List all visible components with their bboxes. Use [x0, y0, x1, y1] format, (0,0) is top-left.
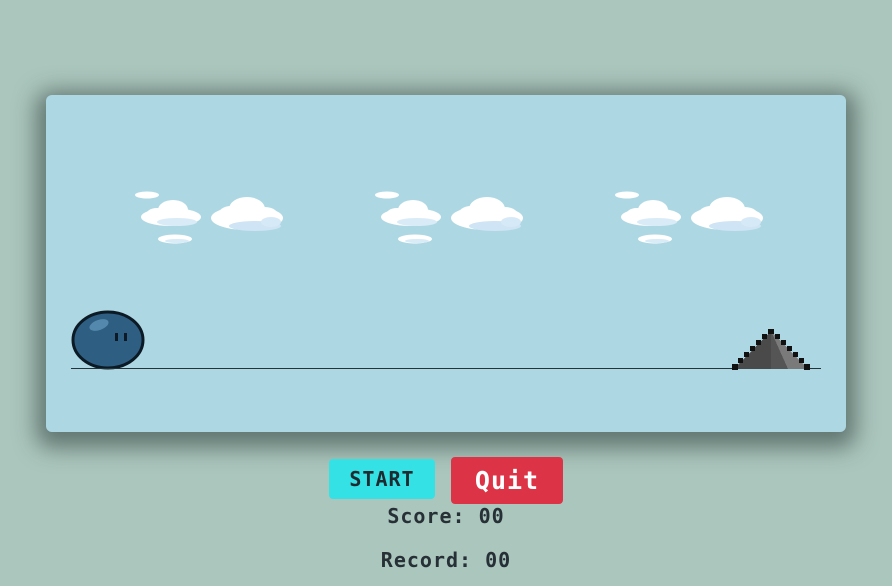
player-character [71, 310, 145, 370]
cloud-group-center [375, 191, 523, 244]
ground-line [71, 368, 821, 369]
start-button[interactable]: START [329, 459, 435, 499]
game-canvas[interactable] [46, 95, 846, 432]
quit-button[interactable]: Quit [451, 457, 563, 504]
game-controls: START Quit [0, 457, 892, 504]
cloud-group-left [135, 191, 283, 244]
spike-obstacle [732, 329, 810, 370]
score-display: Score: 00 [387, 504, 505, 528]
cloud-group-right [615, 191, 763, 244]
record-display: Record: 00 [380, 548, 512, 572]
